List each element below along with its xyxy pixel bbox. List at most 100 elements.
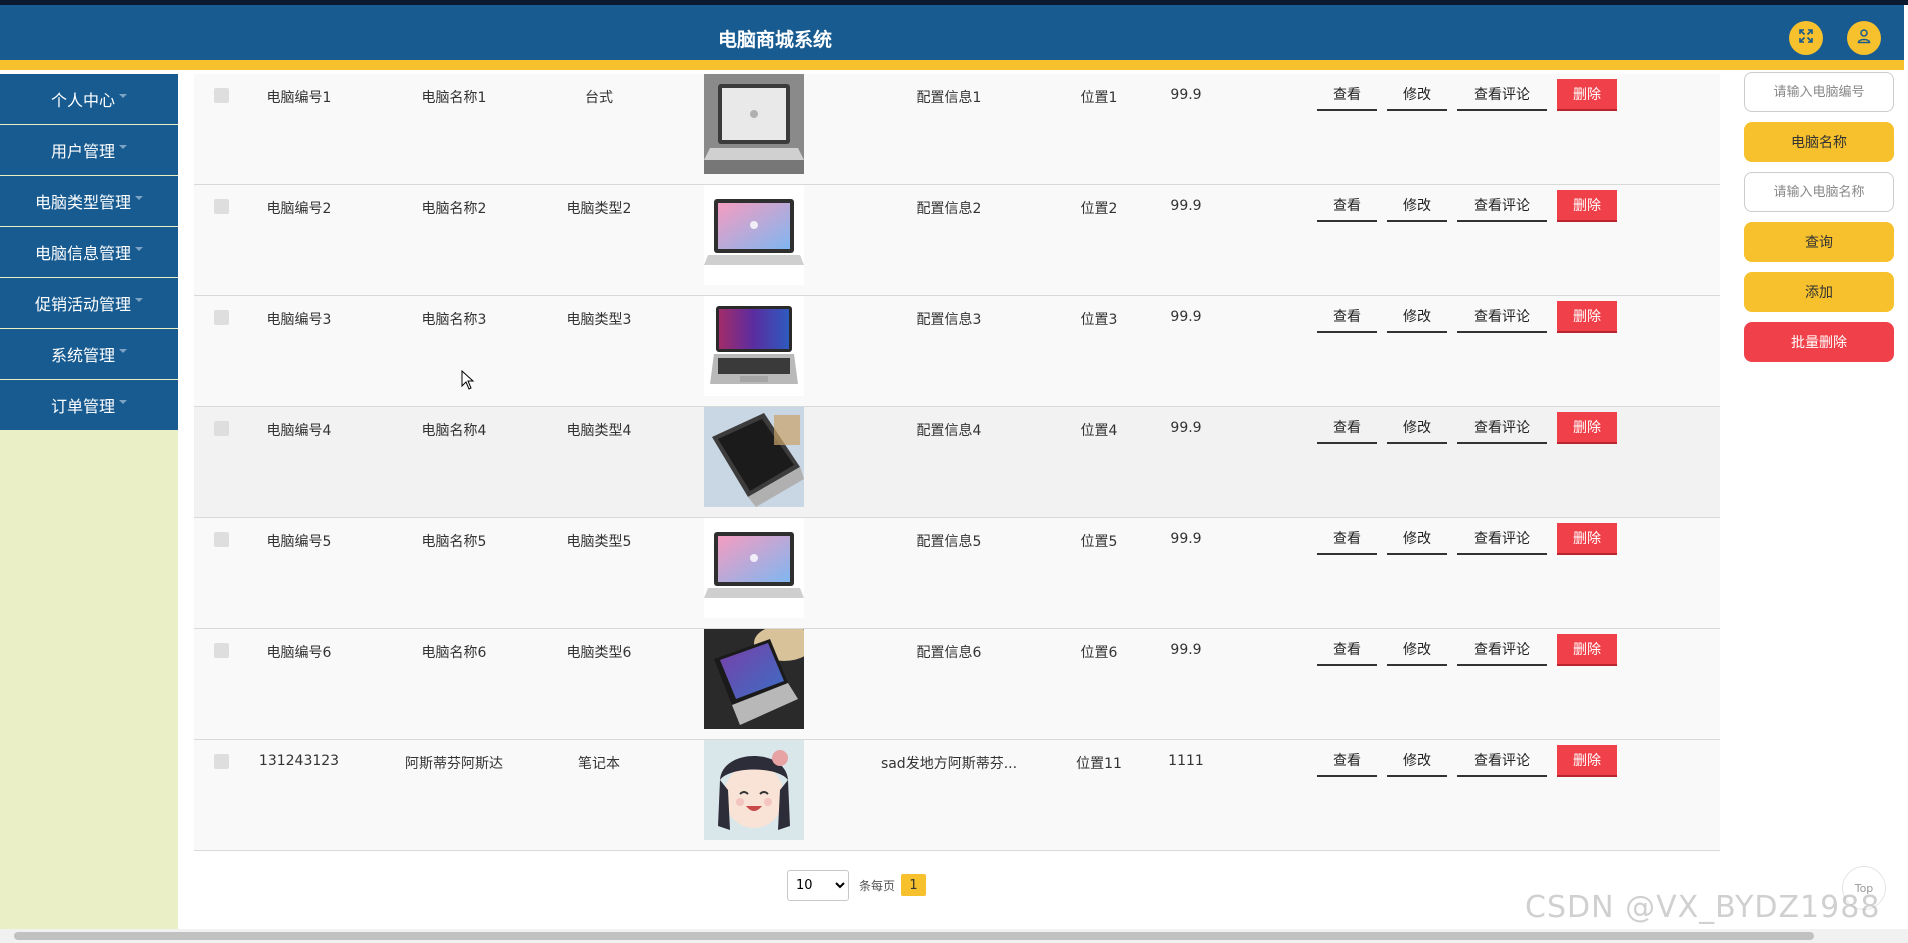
table-row: 电脑编号6 电脑名称6 电脑类型6 配置信息6 位置6 99.9 查看 修改 查… <box>194 629 1720 740</box>
computer-image <box>704 185 804 285</box>
computer-location: 位置5 <box>1080 534 1118 550</box>
computer-name: 电脑名称4 <box>421 423 487 439</box>
computer-name: 电脑名称3 <box>421 312 487 328</box>
computer-image <box>704 296 804 396</box>
computer-name-label-button[interactable]: 电脑名称 <box>1744 122 1894 162</box>
view-comments-button[interactable]: 查看评论 <box>1457 301 1547 333</box>
page-size-select[interactable]: 10 <box>787 869 849 901</box>
view-comments-button[interactable]: 查看评论 <box>1457 190 1547 222</box>
computer-type: 电脑类型2 <box>566 201 632 217</box>
computer-type: 电脑类型4 <box>566 423 632 439</box>
delete-button[interactable]: 删除 <box>1557 412 1617 444</box>
view-button[interactable]: 查看 <box>1317 190 1377 222</box>
sidebar-item-label: 电脑信息管理 <box>34 244 131 263</box>
edit-button[interactable]: 修改 <box>1387 634 1447 666</box>
fullscreen-button[interactable] <box>1789 21 1823 55</box>
user-icon <box>1856 28 1872 48</box>
edit-button[interactable]: 修改 <box>1387 523 1447 555</box>
sidebar-item-promotion-management[interactable]: 促销活动管理 <box>0 278 178 328</box>
computer-code: 电脑编号3 <box>266 312 332 328</box>
caret-down-icon <box>135 196 143 200</box>
computer-code: 电脑编号4 <box>266 423 332 439</box>
batch-delete-button[interactable]: 批量删除 <box>1744 322 1894 362</box>
sidebar-item-computer-type-management[interactable]: 电脑类型管理 <box>0 176 178 226</box>
computer-code: 电脑编号1 <box>266 90 332 106</box>
computer-price: 99.9 <box>1170 642 1202 658</box>
view-button[interactable]: 查看 <box>1317 412 1377 444</box>
header-accent-stripe <box>0 60 1904 70</box>
edit-button[interactable]: 修改 <box>1387 745 1447 777</box>
caret-down-icon <box>119 145 127 149</box>
sidebar-item-personal-center[interactable]: 个人中心 <box>0 74 178 124</box>
computer-code: 131243123 <box>258 753 340 769</box>
sidebar-item-system-management[interactable]: 系统管理 <box>0 329 178 379</box>
delete-button[interactable]: 删除 <box>1557 190 1617 222</box>
computer-image <box>704 74 804 174</box>
edit-button[interactable]: 修改 <box>1387 190 1447 222</box>
row-checkbox[interactable] <box>214 532 229 547</box>
view-comments-button[interactable]: 查看评论 <box>1457 523 1547 555</box>
computer-name-search-input[interactable] <box>1744 172 1894 212</box>
app-title: 电脑商城系统 <box>717 29 832 51</box>
edit-button[interactable]: 修改 <box>1387 79 1447 111</box>
computer-config: sad发地方阿斯蒂芬... <box>880 756 1018 772</box>
computer-image <box>704 518 804 618</box>
view-comments-button[interactable]: 查看评论 <box>1457 745 1547 777</box>
horizontal-scrollbar[interactable] <box>0 929 1908 943</box>
computer-type: 电脑类型6 <box>566 645 632 661</box>
computer-name: 电脑名称1 <box>421 90 487 106</box>
computer-config: 配置信息6 <box>916 645 982 661</box>
view-button[interactable]: 查看 <box>1317 79 1377 111</box>
mouse-cursor-icon <box>461 369 475 394</box>
computer-config: 配置信息3 <box>916 312 982 328</box>
computer-code-search-input[interactable] <box>1744 72 1894 112</box>
scrollbar-thumb[interactable] <box>14 932 1814 940</box>
page-number-current[interactable]: 1 <box>901 874 927 896</box>
computer-image <box>704 629 804 729</box>
search-button[interactable]: 查询 <box>1744 222 1894 262</box>
caret-down-icon <box>135 298 143 302</box>
add-button[interactable]: 添加 <box>1744 272 1894 312</box>
computer-type: 电脑类型3 <box>566 312 632 328</box>
delete-button[interactable]: 删除 <box>1557 634 1617 666</box>
caret-down-icon <box>135 247 143 251</box>
edit-button[interactable]: 修改 <box>1387 301 1447 333</box>
computer-type: 电脑类型5 <box>566 534 632 550</box>
computer-location: 位置2 <box>1080 201 1118 217</box>
edit-button[interactable]: 修改 <box>1387 412 1447 444</box>
row-checkbox[interactable] <box>214 421 229 436</box>
view-button[interactable]: 查看 <box>1317 523 1377 555</box>
view-comments-button[interactable]: 查看评论 <box>1457 79 1547 111</box>
sidebar-item-label: 促销活动管理 <box>34 295 131 314</box>
computer-location: 位置4 <box>1080 423 1118 439</box>
table-row: 131243123 阿斯蒂芬阿斯达 笔记本 sad发地方阿斯蒂芬... 位置11… <box>194 740 1720 851</box>
computer-type: 笔记本 <box>578 756 620 772</box>
user-profile-button[interactable] <box>1847 21 1881 55</box>
pagination: 10 条每页 1 <box>787 869 927 901</box>
view-button[interactable]: 查看 <box>1317 301 1377 333</box>
delete-button[interactable]: 删除 <box>1557 301 1617 333</box>
view-button[interactable]: 查看 <box>1317 634 1377 666</box>
sidebar: 个人中心 用户管理 电脑类型管理 电脑信息管理 促销活动管理 系统管理 订单管理 <box>0 74 178 929</box>
row-checkbox[interactable] <box>214 643 229 658</box>
row-checkbox[interactable] <box>214 754 229 769</box>
delete-button[interactable]: 删除 <box>1557 523 1617 555</box>
sidebar-item-user-management[interactable]: 用户管理 <box>0 125 178 175</box>
row-checkbox[interactable] <box>214 310 229 325</box>
caret-down-icon <box>119 400 127 404</box>
sidebar-item-computer-info-management[interactable]: 电脑信息管理 <box>0 227 178 277</box>
sidebar-item-order-management[interactable]: 订单管理 <box>0 380 178 430</box>
view-comments-button[interactable]: 查看评论 <box>1457 634 1547 666</box>
view-button[interactable]: 查看 <box>1317 745 1377 777</box>
view-comments-button[interactable]: 查看评论 <box>1457 412 1547 444</box>
computer-name: 电脑名称6 <box>421 645 487 661</box>
computer-location: 位置11 <box>1076 756 1122 772</box>
delete-button[interactable]: 删除 <box>1557 745 1617 777</box>
sidebar-item-label: 个人中心 <box>50 91 115 110</box>
computer-location: 位置1 <box>1080 90 1118 106</box>
row-checkbox[interactable] <box>214 199 229 214</box>
delete-button[interactable]: 删除 <box>1557 79 1617 111</box>
computer-config: 配置信息5 <box>916 534 982 550</box>
row-checkbox[interactable] <box>214 88 229 103</box>
computer-location: 位置6 <box>1080 645 1118 661</box>
